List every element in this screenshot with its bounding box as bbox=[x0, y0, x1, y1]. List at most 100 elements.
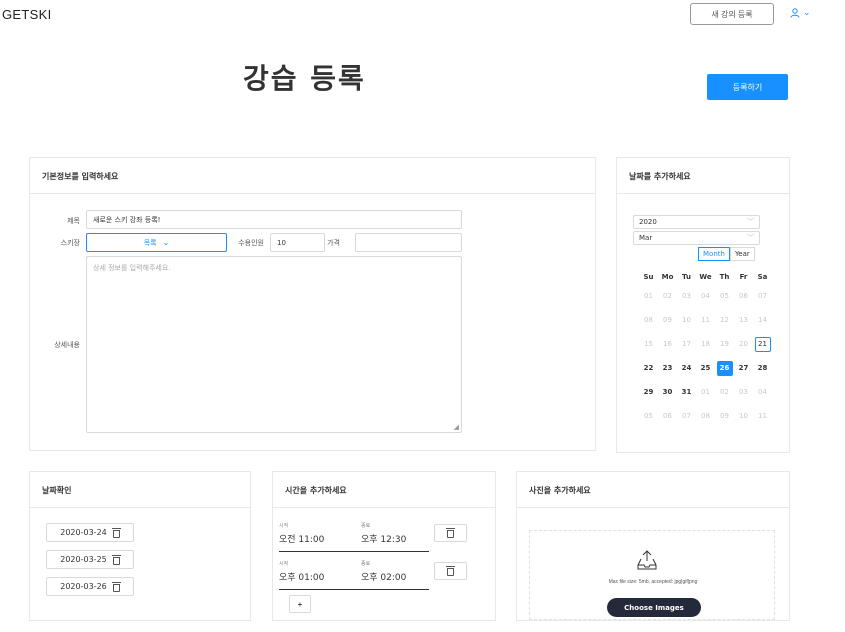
resort-label: 스키장 bbox=[60, 239, 80, 247]
time-list: 시작 오전 11:00 종료 오후 12:30 시작 오후 01:00 종료 오후 02:00 bbox=[279, 522, 469, 598]
calendar-day[interactable]: 11 bbox=[753, 404, 772, 428]
calendar-day[interactable]: 20 bbox=[734, 332, 753, 356]
calendar-day[interactable]: 29 bbox=[639, 380, 658, 404]
mode-toggle: Month Year bbox=[698, 247, 755, 261]
calendar-day[interactable]: 02 bbox=[658, 284, 677, 308]
submit-button[interactable]: 등록하기 bbox=[707, 74, 788, 100]
details-textarea[interactable]: 상세 정보를 입력해주세요. ◢ bbox=[86, 256, 462, 433]
chevron-down-icon: ⌄ bbox=[803, 8, 811, 18]
start-label: 시작 bbox=[279, 523, 289, 529]
date-confirm-heading: 날짜확인 bbox=[30, 472, 250, 508]
basic-info-card: 기본정보를 입력하세요 제목 새로운 스키 강좌 등록! 스키장 목록 ⌄ 수용… bbox=[29, 157, 596, 451]
chevron-down-icon: ﹀ bbox=[747, 218, 754, 226]
mode-year-button[interactable]: Year bbox=[729, 247, 755, 261]
end-time[interactable]: 오후 02:00 bbox=[361, 570, 406, 583]
weekday-header: Fr bbox=[739, 273, 748, 281]
selected-day: 26 bbox=[716, 360, 733, 376]
start-time[interactable]: 오전 11:00 bbox=[279, 532, 324, 545]
end-time[interactable]: 오후 12:30 bbox=[361, 532, 406, 545]
details-label: 상세내용 bbox=[54, 341, 80, 349]
calendar-card: 날짜를 추가하세요 2020 ﹀ Mar ﹀ Month Year Su Mo Tu We… bbox=[616, 157, 790, 453]
resort-select[interactable]: 목록 ⌄ bbox=[86, 233, 227, 252]
chevron-down-icon: ﹀ bbox=[747, 234, 754, 242]
calendar-day[interactable]: 15 bbox=[639, 332, 658, 356]
calendar-day[interactable]: 02 bbox=[715, 380, 734, 404]
calendar-day[interactable]: 05 bbox=[715, 284, 734, 308]
mode-month-button[interactable]: Month bbox=[698, 247, 730, 261]
title-input[interactable]: 새로운 스키 강좌 등록! bbox=[86, 210, 462, 229]
calendar-day[interactable]: 06 bbox=[734, 284, 753, 308]
upload-dropzone[interactable]: Max file size: 5mb, accepted: jpg|gif|pn… bbox=[529, 530, 775, 620]
trash-icon[interactable] bbox=[111, 554, 121, 565]
calendar-day[interactable]: 24 bbox=[677, 356, 696, 380]
resize-handle-icon[interactable]: ◢ bbox=[454, 423, 459, 431]
title-label: 제목 bbox=[67, 217, 80, 225]
calendar-day[interactable]: 14 bbox=[753, 308, 772, 332]
time-slot: 시작 오전 11:00 종료 오후 12:30 bbox=[279, 522, 469, 560]
calendar-day[interactable]: 07 bbox=[677, 404, 696, 428]
calendar-day[interactable]: 05 bbox=[639, 404, 658, 428]
calendar-day[interactable]: 09 bbox=[658, 308, 677, 332]
price-input[interactable] bbox=[355, 233, 462, 252]
weekday-header: Tu bbox=[682, 273, 691, 281]
calendar-day[interactable]: 17 bbox=[677, 332, 696, 356]
start-time[interactable]: 오후 01:00 bbox=[279, 570, 324, 583]
calendar-day[interactable]: 21 bbox=[753, 332, 772, 356]
calendar-day[interactable]: 12 bbox=[715, 308, 734, 332]
new-lecture-button[interactable]: 새 강의 등록 bbox=[690, 3, 774, 25]
calendar-day[interactable]: 10 bbox=[734, 404, 753, 428]
calendar-day[interactable]: 09 bbox=[715, 404, 734, 428]
add-time-button[interactable]: + bbox=[289, 595, 311, 613]
year-value: 2020 bbox=[639, 218, 657, 226]
date-tag: 2020-03-26 bbox=[46, 577, 134, 596]
delete-time-button[interactable] bbox=[434, 562, 467, 580]
calendar-day[interactable]: 08 bbox=[639, 308, 658, 332]
choose-images-button[interactable]: Choose Images bbox=[607, 598, 701, 617]
month-value: Mar bbox=[639, 234, 653, 242]
calendar-day[interactable]: 28 bbox=[753, 356, 772, 380]
chevron-down-icon: ⌄ bbox=[162, 238, 170, 247]
date-list: 2020-03-24 2020-03-25 2020-03-26 bbox=[46, 523, 134, 604]
weekday-header: We bbox=[699, 273, 712, 281]
capacity-input[interactable]: 10 bbox=[270, 233, 325, 252]
calendar-day[interactable]: 27 bbox=[734, 356, 753, 380]
delete-time-button[interactable] bbox=[434, 524, 467, 542]
calendar-day[interactable]: 04 bbox=[696, 284, 715, 308]
calendar-day[interactable]: 13 bbox=[734, 308, 753, 332]
year-select[interactable]: 2020 ﹀ bbox=[633, 215, 760, 229]
calendar-day[interactable]: 03 bbox=[677, 284, 696, 308]
trash-icon[interactable] bbox=[111, 581, 121, 592]
calendar-day[interactable]: 06 bbox=[658, 404, 677, 428]
calendar-day[interactable]: 11 bbox=[696, 308, 715, 332]
calendar-day[interactable]: 16 bbox=[658, 332, 677, 356]
calendar-day[interactable]: 19 bbox=[715, 332, 734, 356]
calendar-day[interactable]: 22 bbox=[639, 356, 658, 380]
trash-icon bbox=[446, 528, 455, 538]
calendar-day[interactable]: 07 bbox=[753, 284, 772, 308]
calendar-day[interactable]: 30 bbox=[658, 380, 677, 404]
date-tag-label: 2020-03-25 bbox=[60, 555, 107, 564]
calendar-day[interactable]: 25 bbox=[696, 356, 715, 380]
resort-select-value: 목록 bbox=[143, 238, 157, 247]
date-tag-label: 2020-03-24 bbox=[60, 528, 107, 537]
calendar-day[interactable]: 08 bbox=[696, 404, 715, 428]
calendar-day[interactable]: 01 bbox=[696, 380, 715, 404]
calendar-day[interactable]: 18 bbox=[696, 332, 715, 356]
time-card: 시간을 추가하세요 시작 오전 11:00 종료 오후 12:30 시작 오후 01:00… bbox=[272, 471, 496, 621]
calendar-day[interactable]: 23 bbox=[658, 356, 677, 380]
weekday-header: Mo bbox=[661, 273, 674, 281]
calendar-day[interactable]: 10 bbox=[677, 308, 696, 332]
date-tag-label: 2020-03-26 bbox=[60, 582, 107, 591]
calendar-day[interactable]: 01 bbox=[639, 284, 658, 308]
photo-heading: 사진을 추가하세요 bbox=[517, 472, 789, 508]
calendar-heading: 날짜를 추가하세요 bbox=[617, 158, 789, 194]
calendar-day[interactable]: 03 bbox=[734, 380, 753, 404]
trash-icon[interactable] bbox=[111, 527, 121, 538]
brand-logo[interactable]: GETSKI bbox=[2, 7, 51, 22]
calendar-day[interactable]: 04 bbox=[753, 380, 772, 404]
calendar-day[interactable]: 31 bbox=[677, 380, 696, 404]
date-tag: 2020-03-25 bbox=[46, 550, 134, 569]
calendar-day[interactable]: 26 bbox=[715, 356, 734, 380]
user-menu[interactable]: ⌄ bbox=[790, 8, 811, 18]
month-select[interactable]: Mar ﹀ bbox=[633, 231, 760, 245]
